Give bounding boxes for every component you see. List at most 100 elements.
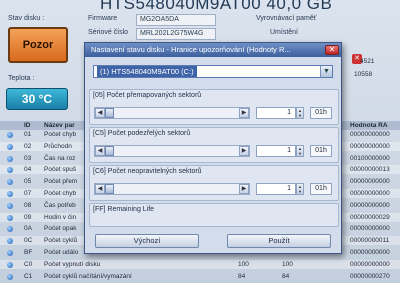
row-worst: 84 xyxy=(282,272,290,280)
drive-select[interactable]: (1) HTS548040M9AT00 (C:) ▼ xyxy=(93,65,333,78)
status-dot-icon xyxy=(7,273,13,280)
slider-right-icon[interactable]: ▶ xyxy=(239,146,249,156)
threshold-slider[interactable]: ◀ ▶ xyxy=(94,107,250,119)
row-raw: 00000000000 xyxy=(350,201,390,209)
status-dot-icon xyxy=(7,132,13,138)
status-dot-icon xyxy=(7,191,13,197)
status-dot-icon xyxy=(7,226,13,233)
row-id: 0A xyxy=(24,225,32,233)
status-dot-icon xyxy=(7,214,13,221)
row-name: Počet opak xyxy=(44,225,77,233)
spin-arrows-icon[interactable]: ▲ ▼ xyxy=(296,183,304,195)
firmware-value: MG2OA5DA xyxy=(136,14,216,26)
table-row[interactable]: C0 Počet vypnutí disku 100 100 00000000000 xyxy=(0,259,400,269)
row-raw: 00000000270 xyxy=(350,272,390,280)
threshold-hex-value: 01h xyxy=(310,183,332,195)
row-raw: 00000000029 xyxy=(350,213,390,221)
threshold-title: [C6] Počet neopravitelných sektorů xyxy=(93,168,202,175)
temperature-badge: 30 °C xyxy=(6,88,68,110)
row-name: Průchodn xyxy=(44,142,72,150)
dialog-titlebar: Nastavení stavu disku - Hranice upozorňo… xyxy=(85,43,341,57)
status-label: Stav disku : xyxy=(8,15,45,22)
status-dot-icon xyxy=(7,238,13,245)
chevron-down-icon[interactable]: ▼ xyxy=(320,66,332,77)
row-name: Počet cyklů xyxy=(44,237,78,245)
threshold-group: [C5] Počet podezřelých sektorů ◀ ▶ 1 ▲ ▼ 01h xyxy=(89,127,339,163)
row-name: Počet událo xyxy=(44,249,79,256)
row-name: Počet vypnutí disku xyxy=(44,260,101,268)
drive-select-value: (1) HTS548040M9AT00 (C:) xyxy=(97,66,197,77)
default-button[interactable]: Výchozí xyxy=(95,234,199,248)
status-dot-icon xyxy=(7,250,13,256)
row-id: BF xyxy=(24,249,33,256)
spin-arrows-icon[interactable]: ▲ ▼ xyxy=(296,107,304,119)
location-label: Umístění xyxy=(270,29,299,36)
row-name: Počet spuš xyxy=(44,166,77,174)
slider-left-icon[interactable]: ◀ xyxy=(95,108,105,118)
row-raw: 00000000000 xyxy=(350,190,390,197)
slider-thumb[interactable] xyxy=(105,108,114,118)
row-raw: 00000000011 xyxy=(350,237,390,245)
header-name: Název par xyxy=(44,122,75,129)
dialog-title: Nastavení stavu disku - Hranice upozorňo… xyxy=(91,45,291,54)
status-dot-icon xyxy=(7,202,13,209)
slider-thumb[interactable] xyxy=(105,146,114,156)
row-name: Počet chyb xyxy=(44,190,77,197)
row-raw: 00000000000 xyxy=(350,249,390,256)
threshold-group: [05] Počet přemapovaných sektorů ◀ ▶ 1 ▲ ▼ 01h xyxy=(89,89,339,125)
row-id: 04 xyxy=(24,166,32,174)
row-id: C1 xyxy=(24,272,33,280)
close-icon[interactable]: ✕ xyxy=(325,45,339,55)
threshold-slider[interactable]: ◀ ▶ xyxy=(94,145,250,157)
row-name: Počet cyklů načítání/vymazání xyxy=(44,272,132,280)
side-value-2: 10558 xyxy=(354,71,373,78)
threshold-hex-value: 01h xyxy=(310,145,332,157)
temperature-label: Teplota : xyxy=(8,75,35,82)
threshold-title: [05] Počet přemapovaných sektorů xyxy=(93,92,202,99)
apply-button[interactable]: Použít xyxy=(227,234,331,248)
health-status-button[interactable]: Pozor xyxy=(8,27,68,63)
slider-right-icon[interactable]: ▶ xyxy=(239,184,249,194)
firmware-label: Firmware xyxy=(88,15,118,22)
row-raw: 00000000000 xyxy=(350,131,390,138)
row-id: C0 xyxy=(24,260,33,268)
row-raw: 00000000000 xyxy=(350,178,390,186)
row-id: 01 xyxy=(24,131,32,138)
row-name: Hodin v čin xyxy=(44,213,77,221)
row-id: 0C xyxy=(24,237,33,245)
slider-left-icon[interactable]: ◀ xyxy=(95,184,105,194)
slider-right-icon[interactable]: ▶ xyxy=(239,108,249,118)
row-current: 84 xyxy=(238,272,246,280)
threshold-hex-value: 01h xyxy=(310,107,332,119)
row-raw: 00000000013 xyxy=(350,166,390,174)
row-id: 03 xyxy=(24,154,32,162)
status-dot-icon xyxy=(7,155,13,162)
row-id: 09 xyxy=(24,213,32,221)
status-dot-icon xyxy=(7,143,13,150)
slider-thumb[interactable] xyxy=(105,184,114,194)
row-raw: 00000000000 xyxy=(350,260,390,268)
row-raw: 00100000000 xyxy=(350,154,390,162)
threshold-title: [C5] Počet podezřelých sektorů xyxy=(93,130,191,137)
status-dot-icon xyxy=(7,179,13,186)
status-dot-icon xyxy=(7,167,13,174)
row-name: Čas potřeb xyxy=(44,201,76,209)
row-name: Počet chyb xyxy=(44,131,77,138)
spin-arrows-icon[interactable]: ▲ ▼ xyxy=(296,145,304,157)
row-id: 05 xyxy=(24,178,32,186)
table-row[interactable]: C1 Počet cyklů načítání/vymazání 84 84 00000… xyxy=(0,272,400,281)
status-dot-icon xyxy=(7,261,13,268)
threshold-title: [FF] Remaining Life xyxy=(93,206,155,213)
row-current: 100 xyxy=(238,260,249,268)
threshold-value-input[interactable]: 1 xyxy=(256,107,296,119)
serial-label: Sériové číslo xyxy=(88,29,129,36)
row-raw: 00000000000 xyxy=(350,142,390,150)
row-worst: 100 xyxy=(282,260,293,268)
slider-left-icon[interactable]: ◀ xyxy=(95,146,105,156)
threshold-slider[interactable]: ◀ ▶ xyxy=(94,183,250,195)
row-name: Čas na roz xyxy=(44,154,76,162)
threshold-value-input[interactable]: 1 xyxy=(256,183,296,195)
threshold-value-input[interactable]: 1 xyxy=(256,145,296,157)
row-id: 07 xyxy=(24,190,32,197)
buffer-label: Vyrovnávací paměť xyxy=(256,15,317,22)
